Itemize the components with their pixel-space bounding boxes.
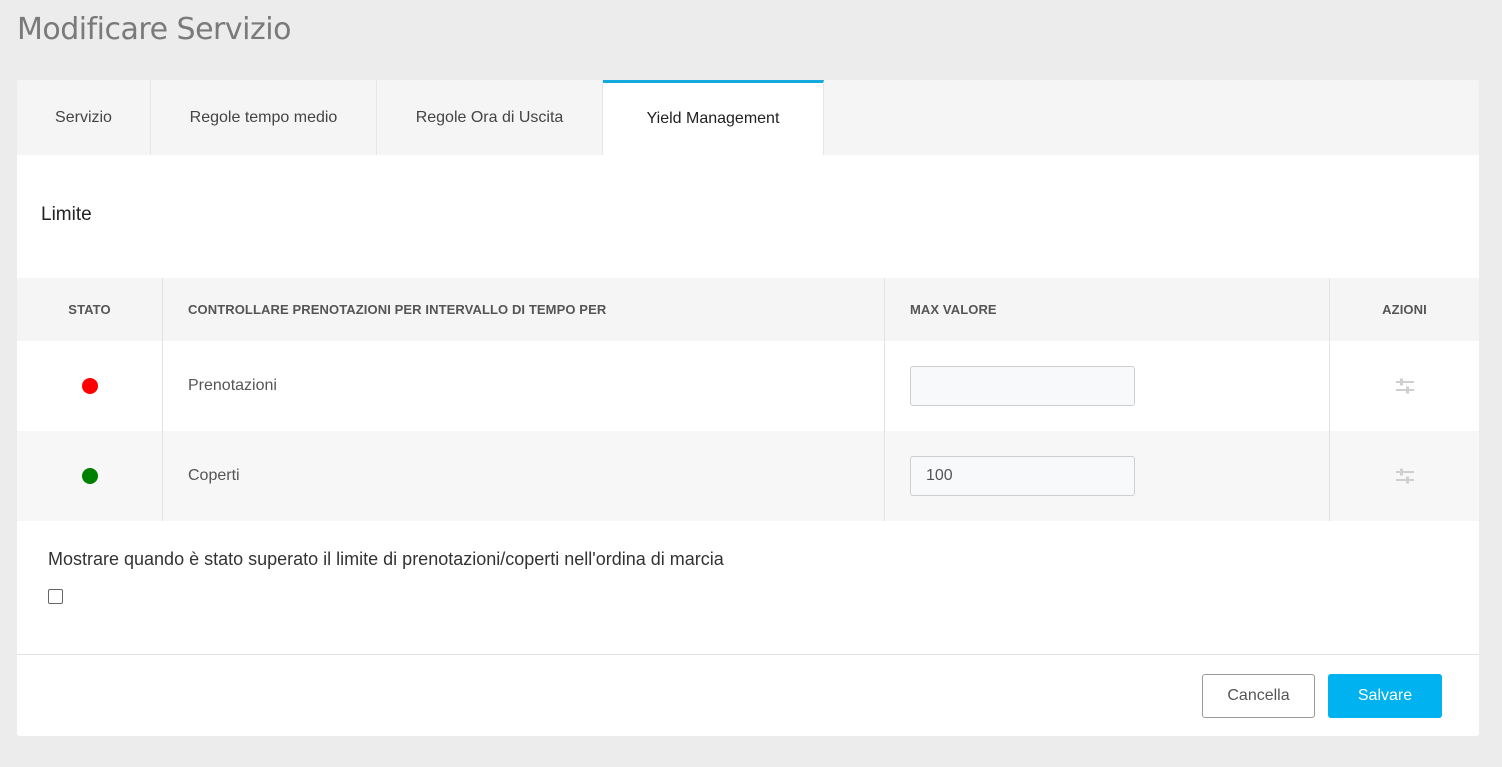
tab-yield-management[interactable]: Yield Management — [603, 80, 824, 155]
tab-regole-tempo-medio[interactable]: Regole tempo medio — [151, 80, 377, 155]
page-title: Modificare Servizio — [17, 12, 291, 47]
max-value-input[interactable] — [910, 456, 1135, 496]
table-header-row: STATO CONTROLLARE PRENOTAZIONI PER INTER… — [17, 278, 1479, 341]
header-stato: STATO — [68, 302, 111, 317]
status-dot — [81, 378, 98, 394]
sliders-icon[interactable] — [1395, 376, 1415, 396]
edit-service-card: Servizio Regole tempo medio Regole Ora d… — [17, 80, 1479, 736]
footer-divider — [17, 654, 1479, 655]
sliders-icon[interactable] — [1395, 466, 1415, 486]
max-value-input[interactable] — [910, 366, 1135, 406]
row-label: Coperti — [188, 467, 240, 484]
row-label: Prenotazioni — [188, 377, 277, 394]
exceeded-limit-checkbox[interactable] — [48, 589, 63, 604]
tab-regole-ora-di-uscita[interactable]: Regole Ora di Uscita — [377, 80, 603, 155]
tab-bar: Servizio Regole tempo medio Regole Ora d… — [17, 80, 1479, 155]
section-title: Limite — [41, 204, 92, 225]
save-button[interactable]: Salvare — [1328, 674, 1442, 718]
tab-servizio[interactable]: Servizio — [17, 80, 151, 155]
exceeded-limit-label: Mostrare quando è stato superato il limi… — [48, 549, 724, 569]
header-control: CONTROLLARE PRENOTAZIONI PER INTERVALLO … — [188, 302, 607, 317]
status-dot — [81, 468, 98, 484]
header-max-valore: MAX VALORE — [910, 302, 997, 317]
table-row: Prenotazioni — [17, 341, 1479, 431]
header-azioni: AZIONI — [1382, 302, 1427, 317]
table-row: Coperti — [17, 431, 1479, 521]
limits-table: STATO CONTROLLARE PRENOTAZIONI PER INTER… — [17, 278, 1479, 521]
cancel-button[interactable]: Cancella — [1202, 674, 1315, 718]
